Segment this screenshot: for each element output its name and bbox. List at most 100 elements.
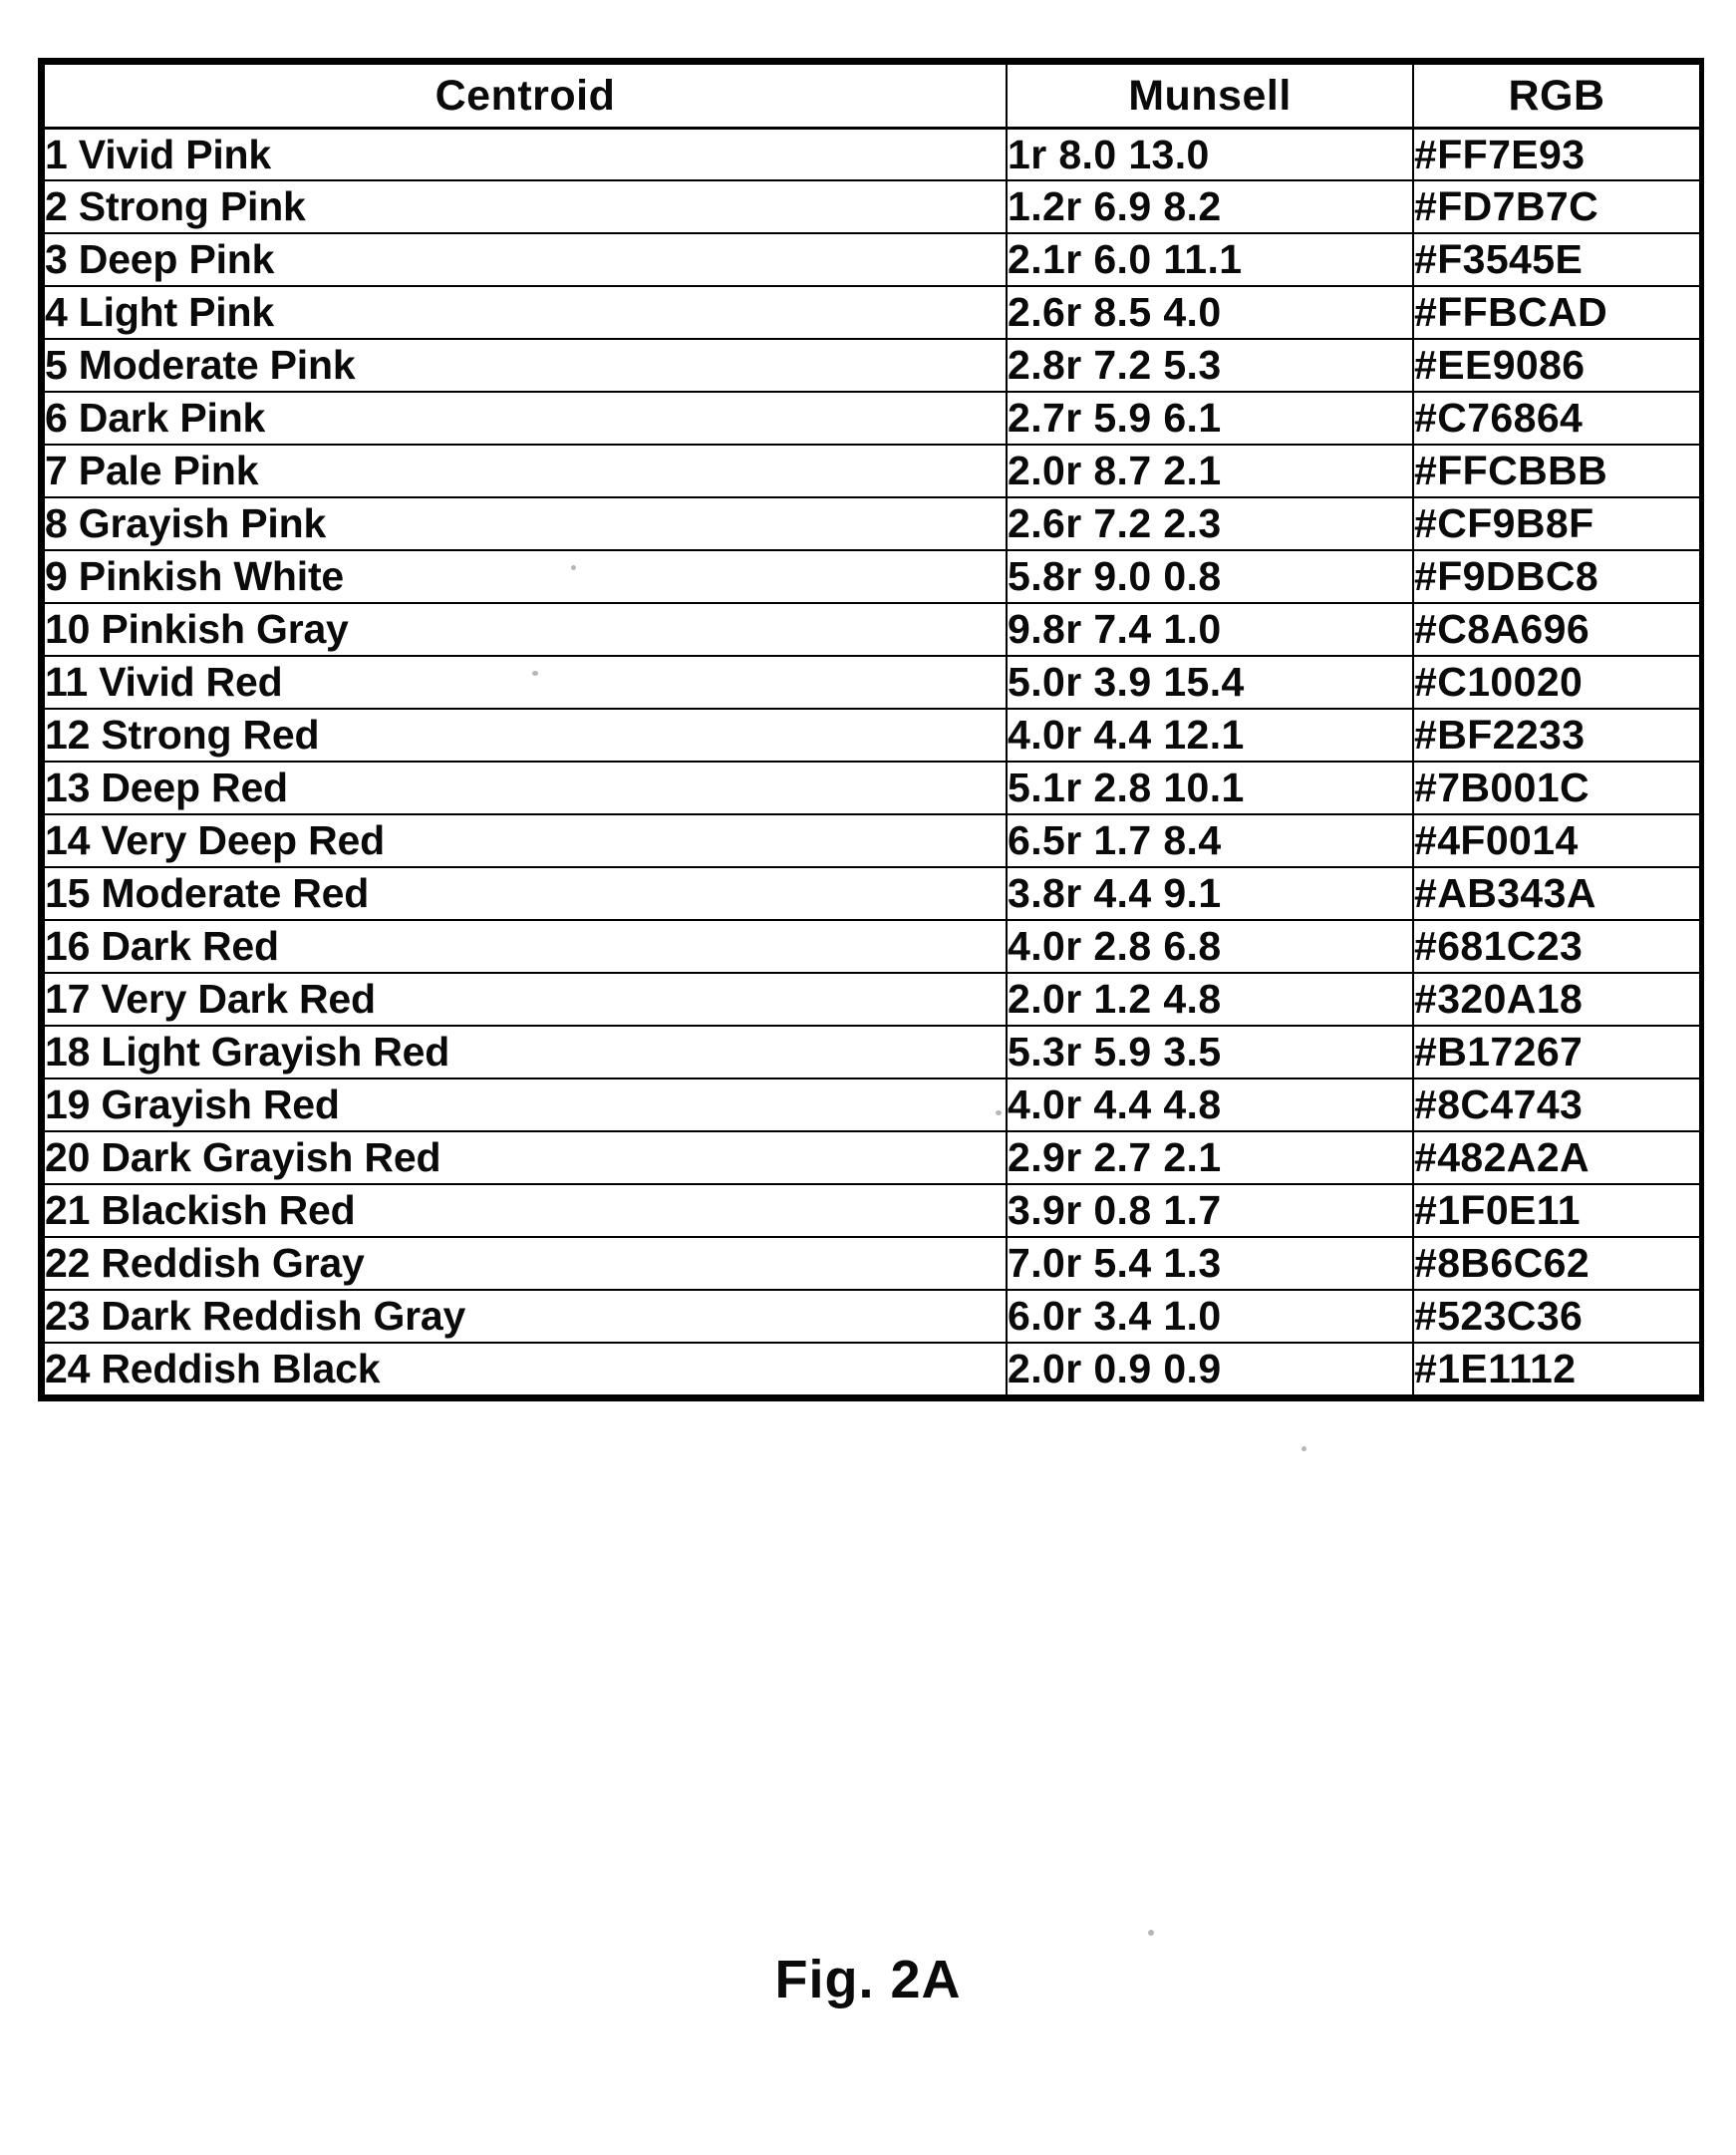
cell-centroid-name: 22 Reddish Gray bbox=[43, 1235, 1008, 1291]
cell-centroid-name: 3 Deep Pink bbox=[43, 232, 1008, 288]
cell-centroid-name: 21 Blackish Red bbox=[43, 1182, 1008, 1238]
column-header-rgb: RGB bbox=[1412, 63, 1701, 130]
column-header-centroid: Centroid bbox=[43, 63, 1008, 130]
cell-munsell-value: 5.1r 2.8 10.1 bbox=[1006, 761, 1414, 816]
cell-munsell-value: 2.0r 0.9 0.9 bbox=[1006, 1341, 1414, 1397]
cell-centroid-name: 17 Very Dark Red bbox=[43, 972, 1008, 1027]
table-row: 22 Reddish Gray 7.0r 5.4 1.3 #8B6C62 bbox=[43, 1235, 1701, 1291]
table-row: 17 Very Dark Red 2.0r 1.2 4.8 #320A18 bbox=[43, 972, 1701, 1027]
cell-rgb-value: #681C23 bbox=[1412, 919, 1701, 974]
cell-rgb-value: #FFCBBB bbox=[1412, 444, 1701, 499]
cell-rgb-value: #320A18 bbox=[1412, 972, 1701, 1027]
table-row: 7 Pale Pink 2.0r 8.7 2.1 #FFCBBB bbox=[43, 444, 1701, 499]
cell-munsell-value: 5.0r 3.9 15.4 bbox=[1006, 655, 1414, 711]
table-header: Centroid Munsell RGB bbox=[43, 63, 1701, 130]
table-row: 9 Pinkish White 5.8r 9.0 0.8 #F9DBC8 bbox=[43, 549, 1701, 605]
cell-rgb-value: #C76864 bbox=[1412, 391, 1701, 447]
cell-rgb-value: #B17267 bbox=[1412, 1024, 1701, 1079]
cell-centroid-name: 11 Vivid Red bbox=[43, 655, 1008, 711]
cell-centroid-name: 10 Pinkish Gray bbox=[43, 602, 1008, 658]
cell-munsell-value: 9.8r 7.4 1.0 bbox=[1006, 602, 1414, 658]
cell-rgb-value: #482A2A bbox=[1412, 1129, 1701, 1185]
table-body: 1 Vivid Pink 1r 8.0 13.0 #FF7E93 2 Strong P… bbox=[43, 127, 1701, 1397]
table-row: 11 Vivid Red 5.0r 3.9 15.4 #C10020 bbox=[43, 655, 1701, 711]
cell-munsell-value: 4.0r 2.8 6.8 bbox=[1006, 919, 1414, 974]
cell-munsell-value: 6.5r 1.7 8.4 bbox=[1006, 813, 1414, 869]
cell-centroid-name: 5 Moderate Pink bbox=[43, 338, 1008, 394]
table-row: 2 Strong Pink 1.2r 6.9 8.2 #FD7B7C bbox=[43, 179, 1701, 235]
patent-figure-page: Centroid Munsell RGB 1 Vivid Pink 1r 8.0 … bbox=[0, 0, 1736, 2155]
table-header-row: Centroid Munsell RGB bbox=[43, 63, 1701, 130]
cell-centroid-name: 20 Dark Grayish Red bbox=[43, 1129, 1008, 1185]
cell-munsell-value: 6.0r 3.4 1.0 bbox=[1006, 1288, 1414, 1344]
cell-centroid-name: 24 Reddish Black bbox=[43, 1341, 1008, 1397]
cell-munsell-value: 2.0r 8.7 2.1 bbox=[1006, 444, 1414, 499]
cell-munsell-value: 5.8r 9.0 0.8 bbox=[1006, 549, 1414, 605]
cell-rgb-value: #F3545E bbox=[1412, 232, 1701, 288]
cell-centroid-name: 8 Grayish Pink bbox=[43, 496, 1008, 552]
figure-caption: Fig. 2A bbox=[774, 1950, 962, 2009]
cell-rgb-value: #CF9B8F bbox=[1412, 496, 1701, 552]
cell-munsell-value: 2.8r 7.2 5.3 bbox=[1006, 338, 1414, 394]
cell-munsell-value: 3.9r 0.8 1.7 bbox=[1006, 1182, 1414, 1238]
cell-munsell-value: 4.0r 4.4 12.1 bbox=[1006, 708, 1414, 764]
table-row: 16 Dark Red 4.0r 2.8 6.8 #681C23 bbox=[43, 919, 1701, 974]
cell-munsell-value: 2.6r 7.2 2.3 bbox=[1006, 496, 1414, 552]
cell-munsell-value: 2.1r 6.0 11.1 bbox=[1006, 232, 1414, 288]
cell-rgb-value: #8B6C62 bbox=[1412, 1235, 1701, 1291]
cell-centroid-name: 18 Light Grayish Red bbox=[43, 1024, 1008, 1079]
cell-centroid-name: 6 Dark Pink bbox=[43, 391, 1008, 447]
table-row: 23 Dark Reddish Gray 6.0r 3.4 1.0 #523C36 bbox=[43, 1288, 1701, 1344]
table-row: 1 Vivid Pink 1r 8.0 13.0 #FF7E93 bbox=[43, 127, 1701, 182]
table-row: 18 Light Grayish Red 5.3r 5.9 3.5 #B17267 bbox=[43, 1024, 1701, 1079]
cell-centroid-name: 16 Dark Red bbox=[43, 919, 1008, 974]
cell-rgb-value: #4F0014 bbox=[1412, 813, 1701, 869]
cell-centroid-name: 19 Grayish Red bbox=[43, 1077, 1008, 1132]
cell-munsell-value: 3.8r 4.4 9.1 bbox=[1006, 866, 1414, 922]
table-row: 24 Reddish Black 2.0r 0.9 0.9 #1E1112 bbox=[43, 1341, 1701, 1397]
table-row: 5 Moderate Pink 2.8r 7.2 5.3 #EE9086 bbox=[43, 338, 1701, 394]
cell-rgb-value: #8C4743 bbox=[1412, 1077, 1701, 1132]
cell-rgb-value: #EE9086 bbox=[1412, 338, 1701, 394]
table-row: 19 Grayish Red 4.0r 4.4 4.8 #8C4743 bbox=[43, 1077, 1701, 1132]
table-row: 14 Very Deep Red 6.5r 1.7 8.4 #4F0014 bbox=[43, 813, 1701, 869]
centroid-color-table-container: Centroid Munsell RGB 1 Vivid Pink 1r 8.0 … bbox=[38, 58, 1704, 1401]
cell-centroid-name: 2 Strong Pink bbox=[43, 179, 1008, 235]
table-row: 12 Strong Red 4.0r 4.4 12.1 #BF2233 bbox=[43, 708, 1701, 764]
cell-rgb-value: #F9DBC8 bbox=[1412, 549, 1701, 605]
cell-centroid-name: 15 Moderate Red bbox=[43, 866, 1008, 922]
column-header-munsell: Munsell bbox=[1006, 63, 1414, 130]
cell-centroid-name: 14 Very Deep Red bbox=[43, 813, 1008, 869]
cell-munsell-value: 2.9r 2.7 2.1 bbox=[1006, 1129, 1414, 1185]
cell-rgb-value: #C10020 bbox=[1412, 655, 1701, 711]
centroid-color-table: Centroid Munsell RGB 1 Vivid Pink 1r 8.0 … bbox=[43, 63, 1701, 1397]
table-row: 20 Dark Grayish Red 2.9r 2.7 2.1 #482A2A bbox=[43, 1129, 1701, 1185]
cell-centroid-name: 12 Strong Red bbox=[43, 708, 1008, 764]
cell-centroid-name: 4 Light Pink bbox=[43, 285, 1008, 341]
cell-munsell-value: 1.2r 6.9 8.2 bbox=[1006, 179, 1414, 235]
cell-rgb-value: #1F0E11 bbox=[1412, 1182, 1701, 1238]
scan-speckle bbox=[1302, 1446, 1306, 1451]
cell-rgb-value: #FFBCAD bbox=[1412, 285, 1701, 341]
cell-centroid-name: 1 Vivid Pink bbox=[43, 127, 1008, 182]
cell-rgb-value: #AB343A bbox=[1412, 866, 1701, 922]
cell-rgb-value: #7B001C bbox=[1412, 761, 1701, 816]
table-row: 13 Deep Red 5.1r 2.8 10.1 #7B001C bbox=[43, 761, 1701, 816]
cell-rgb-value: #C8A696 bbox=[1412, 602, 1701, 658]
table-row: 15 Moderate Red 3.8r 4.4 9.1 #AB343A bbox=[43, 866, 1701, 922]
scan-speckle bbox=[532, 671, 538, 676]
cell-rgb-value: #FF7E93 bbox=[1412, 127, 1701, 182]
table-row: 10 Pinkish Gray 9.8r 7.4 1.0 #C8A696 bbox=[43, 602, 1701, 658]
cell-centroid-name: 23 Dark Reddish Gray bbox=[43, 1288, 1008, 1344]
cell-munsell-value: 2.0r 1.2 4.8 bbox=[1006, 972, 1414, 1027]
cell-munsell-value: 7.0r 5.4 1.3 bbox=[1006, 1235, 1414, 1291]
cell-centroid-name: 7 Pale Pink bbox=[43, 444, 1008, 499]
cell-centroid-name: 13 Deep Red bbox=[43, 761, 1008, 816]
cell-munsell-value: 2.7r 5.9 6.1 bbox=[1006, 391, 1414, 447]
table-row: 8 Grayish Pink 2.6r 7.2 2.3 #CF9B8F bbox=[43, 496, 1701, 552]
table-row: 4 Light Pink 2.6r 8.5 4.0 #FFBCAD bbox=[43, 285, 1701, 341]
cell-munsell-value: 5.3r 5.9 3.5 bbox=[1006, 1024, 1414, 1079]
cell-munsell-value: 1r 8.0 13.0 bbox=[1006, 127, 1414, 182]
cell-rgb-value: #FD7B7C bbox=[1412, 179, 1701, 235]
cell-munsell-value: 2.6r 8.5 4.0 bbox=[1006, 285, 1414, 341]
